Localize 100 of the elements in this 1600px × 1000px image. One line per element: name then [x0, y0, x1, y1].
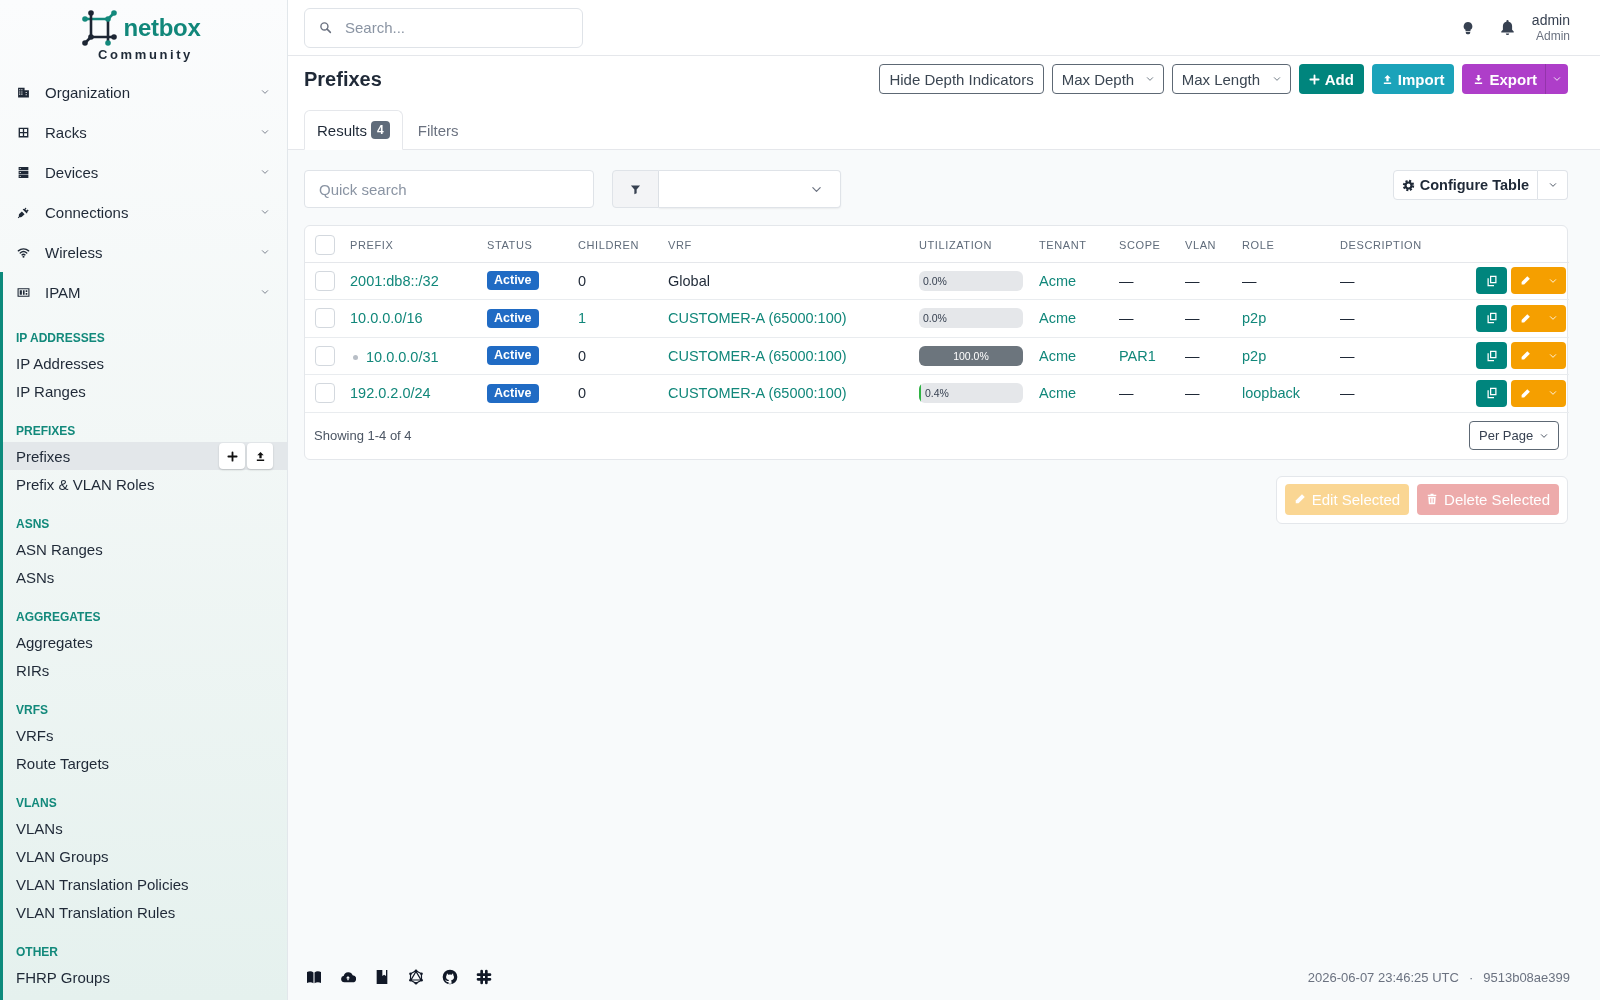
- row-checkbox[interactable]: [315, 383, 335, 404]
- plug-icon: [17, 205, 30, 219]
- edit-button[interactable]: [1511, 267, 1540, 295]
- role-link[interactable]: loopback: [1242, 385, 1301, 402]
- tenant-link[interactable]: Acme: [1039, 347, 1077, 364]
- tenant-link[interactable]: Acme: [1039, 272, 1077, 289]
- dropdown-button[interactable]: Max Depth: [1051, 64, 1164, 94]
- quick-search-field[interactable]: Quick search: [304, 170, 594, 208]
- edit-menu-button[interactable]: [1540, 342, 1566, 370]
- column-header[interactable]: VRF: [668, 239, 692, 252]
- row-checkbox[interactable]: [315, 270, 335, 291]
- copy-button[interactable]: [1476, 379, 1507, 407]
- menu-button[interactable]: Organization: [0, 72, 287, 112]
- tab[interactable]: Results 4: [304, 110, 403, 150]
- role-link[interactable]: p2p: [1242, 310, 1267, 327]
- status-badge: Active: [487, 346, 539, 366]
- search-field[interactable]: Search...: [304, 7, 583, 48]
- child-count-link[interactable]: 1: [578, 310, 587, 327]
- sidebar-item[interactable]: IP Addresses: [3, 349, 287, 377]
- column-header[interactable]: UTILIZATION: [919, 239, 992, 252]
- page-title: Prefixes: [304, 67, 382, 91]
- sidebar-item[interactable]: VLAN Groups: [3, 842, 287, 870]
- add-button[interactable]: [219, 443, 245, 469]
- sidebar-item[interactable]: VRFs: [3, 721, 287, 749]
- sidebar-item[interactable]: IP Ranges: [3, 377, 287, 405]
- menu-button[interactable]: Devices: [0, 152, 287, 192]
- edit-menu-button[interactable]: [1540, 267, 1566, 295]
- table-cell: —: [1119, 310, 1134, 327]
- tenant-link[interactable]: Acme: [1039, 385, 1077, 402]
- menu-button[interactable]: IPAM: [0, 272, 287, 312]
- menu-button[interactable]: Wireless: [0, 232, 287, 272]
- export-menu-button[interactable]: [1545, 64, 1568, 94]
- filter-dropdown[interactable]: [659, 170, 841, 208]
- edit-button[interactable]: [1511, 342, 1540, 370]
- prefix-link[interactable]: 10.0.0.0/16: [350, 310, 423, 327]
- sidebar-item[interactable]: Prefix & VLAN Roles: [3, 470, 287, 498]
- column-header[interactable]: VLAN: [1185, 239, 1217, 252]
- sidebar-item[interactable]: Aggregates: [3, 628, 287, 656]
- sidebar-item[interactable]: RIRs: [3, 656, 287, 684]
- add-button[interactable]: Add: [1298, 64, 1364, 94]
- chevron-icon: [1549, 314, 1557, 323]
- per-page-dropdown[interactable]: Per Page: [1469, 421, 1559, 450]
- role-link[interactable]: p2p: [1242, 347, 1267, 364]
- copy-button[interactable]: [1476, 304, 1507, 332]
- menu-button[interactable]: Connections: [0, 192, 287, 232]
- edit-button[interactable]: [1511, 304, 1540, 332]
- column-header[interactable]: ROLE: [1242, 239, 1275, 252]
- import-button[interactable]: [247, 443, 273, 469]
- configure-menu-button[interactable]: [1538, 170, 1568, 200]
- tenant-link[interactable]: Acme: [1039, 310, 1077, 327]
- sidebar-item[interactable]: Route Targets: [3, 749, 287, 777]
- column-header[interactable]: PREFIX: [350, 239, 394, 252]
- table-cell: Global: [668, 272, 710, 289]
- prefix-link[interactable]: 2001:db8::/32: [350, 272, 439, 289]
- column-header[interactable]: TENANT: [1039, 239, 1087, 252]
- table-cell: —: [1119, 272, 1134, 289]
- copy-button[interactable]: [1476, 342, 1507, 370]
- toggle-button[interactable]: Hide Depth Indicators: [879, 64, 1044, 94]
- sidebar-item[interactable]: ASN Ranges: [3, 535, 287, 563]
- sidebar-item[interactable]: VLAN Translation Rules: [3, 898, 287, 926]
- vrf-link[interactable]: CUSTOMER-A (65000:100): [668, 310, 847, 327]
- configure-table-button[interactable]: Configure Table: [1392, 170, 1538, 200]
- vrf-link[interactable]: CUSTOMER-A (65000:100): [668, 385, 847, 402]
- sidebar-item[interactable]: Prefixes: [3, 442, 287, 470]
- panel-icon: [17, 285, 30, 299]
- sidebar-item[interactable]: VLANs: [3, 814, 287, 842]
- export-button[interactable]: Export: [1462, 64, 1545, 94]
- table-cell: —: [1185, 385, 1200, 402]
- logo-text: netbox: [123, 14, 201, 42]
- column-header[interactable]: CHILDREN: [578, 239, 640, 252]
- cloud-icon: [340, 969, 356, 985]
- table-cell: 0: [578, 272, 587, 289]
- column-header[interactable]: DESCRIPTION: [1340, 239, 1422, 252]
- copy-button[interactable]: [1476, 267, 1507, 295]
- chevron-icon: [261, 168, 269, 176]
- tab[interactable]: Filters: [404, 110, 472, 150]
- edit-menu-button[interactable]: [1540, 304, 1566, 332]
- column-header[interactable]: STATUS: [487, 239, 533, 252]
- edit-button[interactable]: [1511, 379, 1540, 407]
- copy-icon: [1485, 349, 1498, 362]
- scope-link[interactable]: PAR1: [1119, 347, 1156, 364]
- prefix-link[interactable]: 10.0.0.0/31: [366, 349, 439, 365]
- vrf-link[interactable]: CUSTOMER-A (65000:100): [668, 347, 847, 364]
- sidebar-item[interactable]: ASNs: [3, 563, 287, 591]
- chevron-icon: [261, 288, 269, 296]
- sidebar-item[interactable]: FHRP Groups: [3, 963, 287, 991]
- prefix-link[interactable]: 192.0.2.0/24: [350, 385, 431, 402]
- table-cell: 0: [578, 347, 587, 364]
- filter-button[interactable]: [612, 170, 659, 208]
- sidebar-item[interactable]: VLAN Translation Policies: [3, 870, 287, 898]
- edit-menu-button[interactable]: [1540, 379, 1566, 407]
- chevron-icon: [261, 248, 269, 256]
- column-header[interactable]: SCOPE: [1119, 239, 1161, 252]
- menu-button[interactable]: Racks: [0, 112, 287, 152]
- row-checkbox[interactable]: [315, 308, 335, 329]
- utilization-reading: 0.4%: [924, 387, 949, 400]
- row-checkbox[interactable]: [315, 345, 335, 366]
- select-all-checkbox[interactable]: [315, 235, 335, 256]
- dropdown-button[interactable]: Max Length: [1171, 64, 1291, 94]
- import-button[interactable]: Import: [1371, 64, 1455, 94]
